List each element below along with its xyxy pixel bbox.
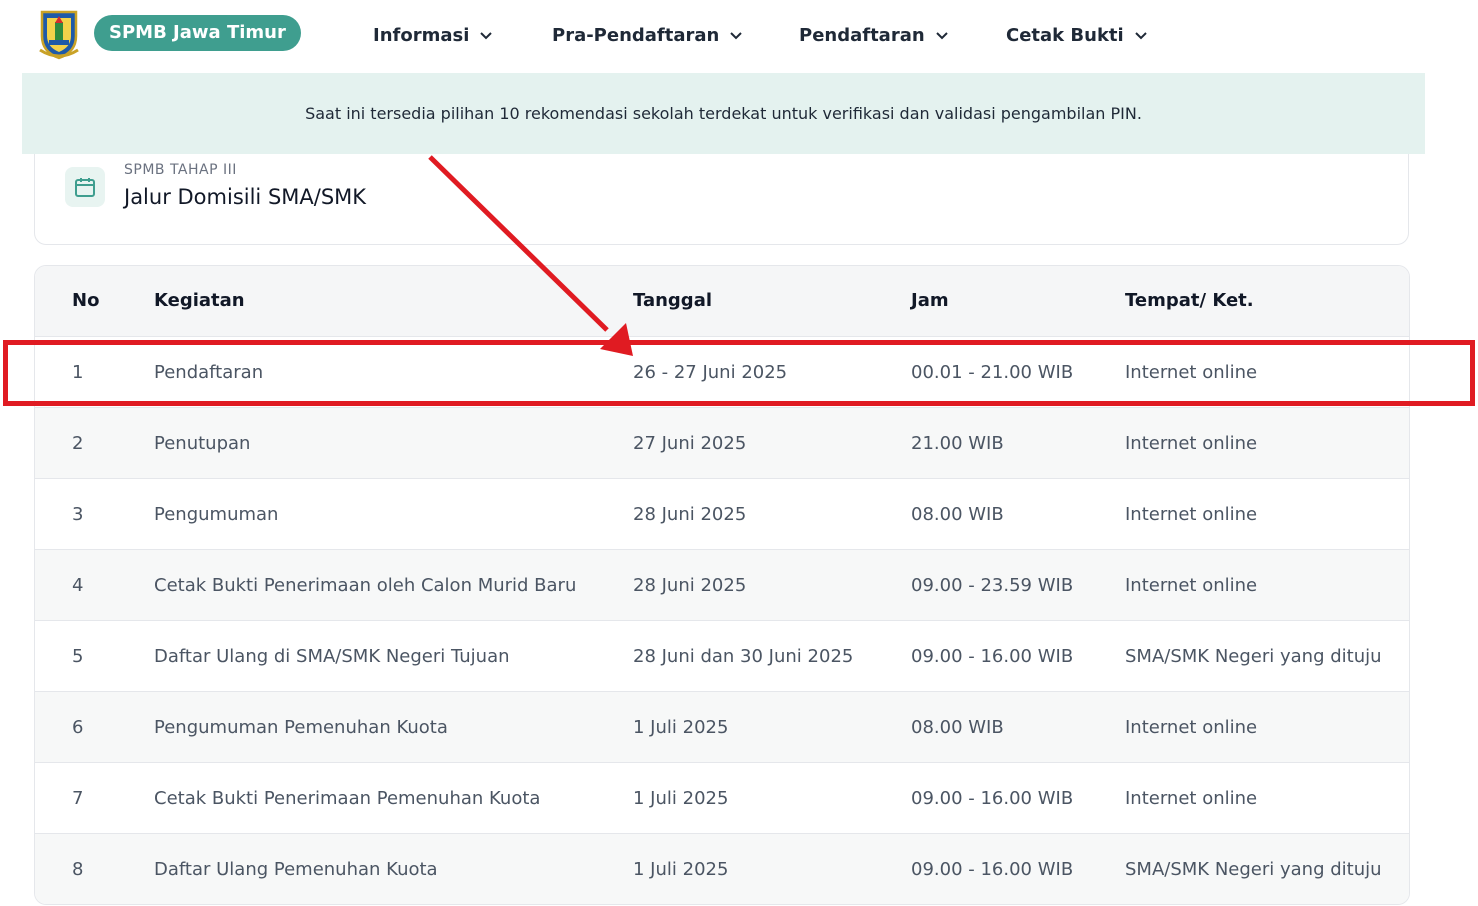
table-row: 3 Pengumuman 28 Juni 2025 08.00 WIB Inte… (35, 479, 1409, 550)
cell-tanggal: 28 Juni dan 30 Juni 2025 (633, 646, 854, 667)
chevron-down-icon (935, 32, 948, 40)
cell-kegiatan: Penutupan (154, 433, 251, 454)
nav-informasi[interactable]: Informasi (373, 22, 493, 48)
cell-jam: 21.00 WIB (911, 433, 1004, 454)
header-tempat: Tempat/ Ket. (1125, 290, 1254, 311)
cell-tanggal: 1 Juli 2025 (633, 788, 729, 809)
table-row: 8 Daftar Ulang Pemenuhan Kuota 1 Juli 20… (35, 834, 1409, 904)
nav-pra-pendaftaran[interactable]: Pra-Pendaftaran (552, 22, 743, 48)
nav-cetak-bukti[interactable]: Cetak Bukti (1006, 22, 1148, 48)
chevron-down-icon (480, 32, 493, 40)
info-banner-text: Saat ini tersedia pilihan 10 rekomendasi… (305, 104, 1142, 123)
cell-tanggal: 28 Juni 2025 (633, 504, 747, 525)
cell-kegiatan: Daftar Ulang Pemenuhan Kuota (154, 859, 438, 880)
cell-no: 3 (72, 504, 84, 525)
stage-card: SPMB TAHAP III Jalur Domisili SMA/SMK (34, 140, 1409, 245)
cell-no: 8 (72, 859, 84, 880)
cell-kegiatan: Cetak Bukti Penerimaan oleh Calon Murid … (154, 575, 577, 596)
stage-title: Jalur Domisili SMA/SMK (124, 185, 367, 209)
cell-no: 6 (72, 717, 84, 738)
cell-no: 5 (72, 646, 84, 667)
table-row: 2 Penutupan 27 Juni 2025 21.00 WIB Inter… (35, 408, 1409, 479)
info-banner: Saat ini tersedia pilihan 10 rekomendasi… (22, 73, 1425, 154)
nav-pendaftaran[interactable]: Pendaftaran (799, 22, 949, 48)
cell-tempat: Internet online (1125, 788, 1258, 809)
cell-tanggal: 27 Juni 2025 (633, 433, 747, 454)
coat-of-arms-icon (39, 10, 79, 60)
header-kegiatan: Kegiatan (154, 290, 245, 311)
cell-jam: 09.00 - 23.59 WIB (911, 575, 1074, 596)
cell-jam: 09.00 - 16.00 WIB (911, 859, 1074, 880)
cell-tempat: SMA/SMK Negeri yang dituju (1125, 859, 1382, 880)
cell-kegiatan: Pengumuman (154, 504, 279, 525)
calendar-icon (65, 167, 105, 207)
table-row: 5 Daftar Ulang di SMA/SMK Negeri Tujuan … (35, 621, 1409, 692)
table-header: No Kegiatan Tanggal Jam Tempat/ Ket. (35, 266, 1409, 337)
table-row: 6 Pengumuman Pemenuhan Kuota 1 Juli 2025… (35, 692, 1409, 763)
header-tanggal: Tanggal (633, 290, 713, 311)
cell-tanggal: 1 Juli 2025 (633, 717, 729, 738)
chevron-down-icon (1134, 32, 1147, 40)
stage-subtitle: SPMB TAHAP III (124, 162, 237, 178)
header-jam: Jam (911, 290, 949, 311)
cell-jam: 08.00 WIB (911, 504, 1004, 525)
cell-tempat: Internet online (1125, 433, 1258, 454)
cell-tempat: Internet online (1125, 504, 1258, 525)
cell-kegiatan: Pengumuman Pemenuhan Kuota (154, 717, 448, 738)
highlight-box (3, 340, 1475, 406)
cell-jam: 09.00 - 16.00 WIB (911, 646, 1074, 667)
brand-badge[interactable]: SPMB Jawa Timur (94, 15, 301, 51)
cell-kegiatan: Daftar Ulang di SMA/SMK Negeri Tujuan (154, 646, 510, 667)
cell-jam: 09.00 - 16.00 WIB (911, 788, 1074, 809)
cell-tanggal: 1 Juli 2025 (633, 859, 729, 880)
nav-informasi-label: Informasi (373, 24, 470, 46)
cell-no: 2 (72, 433, 84, 454)
top-navbar: SPMB Jawa Timur Informasi Pra-Pendaftara… (0, 0, 1478, 70)
cell-tempat: SMA/SMK Negeri yang dituju (1125, 646, 1382, 667)
nav-pendaftaran-label: Pendaftaran (799, 24, 925, 46)
cell-kegiatan: Cetak Bukti Penerimaan Pemenuhan Kuota (154, 788, 541, 809)
cell-no: 4 (72, 575, 84, 596)
chevron-down-icon (730, 32, 743, 40)
nav-cetak-bukti-label: Cetak Bukti (1006, 24, 1124, 46)
cell-no: 7 (72, 788, 84, 809)
nav-pra-pendaftaran-label: Pra-Pendaftaran (552, 24, 720, 46)
cell-tempat: Internet online (1125, 717, 1258, 738)
cell-tempat: Internet online (1125, 575, 1258, 596)
jawa-timur-logo[interactable] (38, 6, 80, 60)
cell-tanggal: 28 Juni 2025 (633, 575, 747, 596)
table-row: 4 Cetak Bukti Penerimaan oleh Calon Muri… (35, 550, 1409, 621)
table-row: 7 Cetak Bukti Penerimaan Pemenuhan Kuota… (35, 763, 1409, 834)
cell-jam: 08.00 WIB (911, 717, 1004, 738)
header-no: No (72, 290, 100, 311)
